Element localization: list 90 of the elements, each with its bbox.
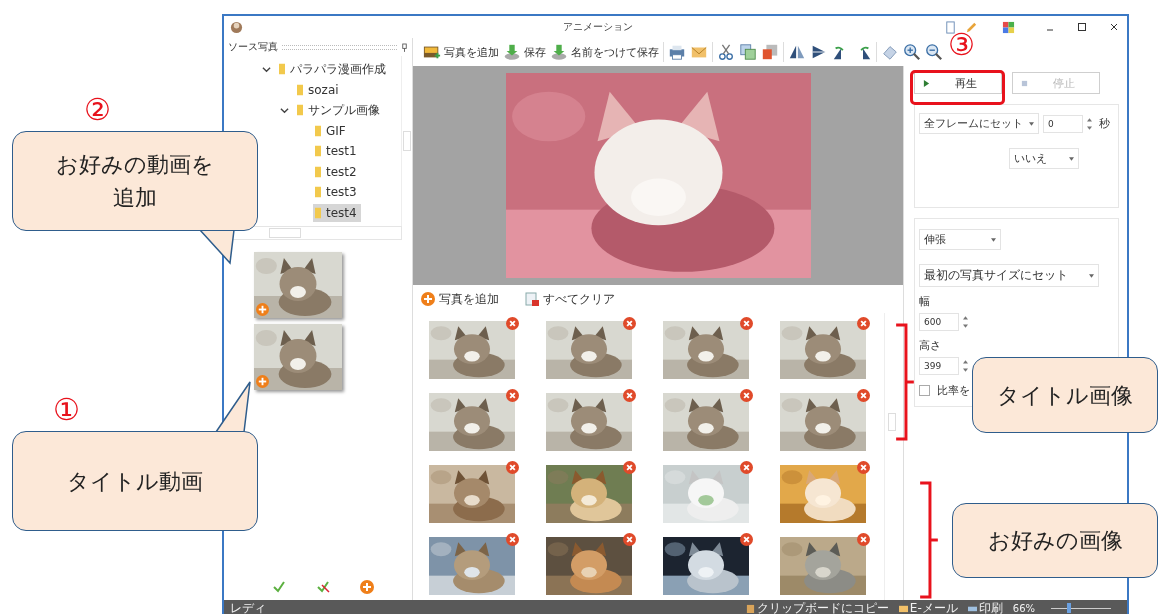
tree-item[interactable]: GIF [313,121,350,140]
print-button[interactable]: 印刷 [967,599,1003,614]
scrollbar[interactable] [401,56,412,226]
tree-item[interactable]: sozai [295,80,343,99]
play-icon [923,79,930,87]
add-icon [421,292,435,306]
scrollbar[interactable] [884,313,899,600]
delete-icon[interactable] [623,533,636,546]
caret-icon [1089,273,1094,278]
tree-item[interactable]: パラパラ漫画作成 [277,58,390,80]
add-photo-button[interactable]: 写真を追加 [421,290,499,308]
toolbar-button[interactable]: 写真を追加 [423,43,499,61]
folder-icon [315,124,321,137]
folder-icon [297,83,303,96]
panel-title: ソース写真 [228,40,278,54]
stop-icon [1021,79,1028,87]
clear-document-icon [525,292,539,306]
folder-icon [315,186,321,199]
folder-icon [315,165,321,178]
spinner-icon[interactable] [1087,117,1092,130]
folder-icon [315,145,321,158]
folder-icon [279,63,285,76]
dropdown[interactable]: 伸張 [919,229,1001,250]
expand-icon[interactable] [280,105,289,115]
callout: お好みの画像 [952,503,1158,578]
zoom-level: 66% [1012,602,1035,614]
zoom-slider[interactable] [1051,602,1111,614]
copy-button[interactable]: クリップボードにコピー [745,599,889,614]
add-icon[interactable] [256,303,269,316]
checkbox[interactable] [919,385,930,396]
zoom-in-icon[interactable] [903,43,921,61]
zoom-out-icon[interactable] [925,43,943,61]
caret-icon [1029,121,1034,126]
add-icon[interactable] [256,375,269,388]
expand-icon[interactable] [262,64,271,74]
folder-icon [297,104,303,117]
callout: タイトル動画 [12,431,258,531]
layers-icon[interactable] [761,43,779,61]
field-label: 幅 [919,294,930,309]
tree-item[interactable]: test1 [313,142,361,161]
app-icon [230,20,243,34]
copy-icon[interactable] [739,43,757,61]
printer-icon[interactable] [668,43,686,61]
scissors-icon[interactable] [717,43,735,61]
callout: お好みの動画を追加 [12,131,258,231]
document-icon[interactable] [944,20,957,34]
clipboard-icon [745,603,755,613]
step-number: ③ [948,30,975,60]
flip-v-icon[interactable] [810,43,828,61]
pencil-icon[interactable] [965,20,978,34]
number-field[interactable]: 0 [1043,114,1083,133]
email-button[interactable]: E-メール [898,599,958,614]
folder-icon [315,206,321,219]
dropdown[interactable]: 全フレームにセット [919,113,1039,134]
callout: タイトル画像 [972,357,1158,433]
dropdown[interactable]: 最初の写真サイズにセット [919,264,1099,287]
spinner-icon[interactable] [963,360,968,372]
maximize-icon[interactable] [1077,22,1087,32]
close-icon[interactable] [1109,22,1119,32]
caret-icon [1069,156,1074,161]
play-button[interactable]: 再生 [914,72,1002,94]
pin-icon[interactable] [401,42,408,52]
tree-item[interactable]: test3 [313,183,361,202]
dropdown[interactable]: いいえ [1009,148,1079,169]
tree-item[interactable]: サンプル画像 [295,99,384,121]
add-icon[interactable] [360,580,374,594]
spinner-icon[interactable] [963,316,968,328]
clear-all-button[interactable]: すべてクリア [525,290,615,308]
download-icon [503,43,521,61]
number-field[interactable]: 399 [919,357,959,375]
toolbar-button[interactable]: 保存 [503,43,546,61]
number-field[interactable]: 600 [919,313,959,331]
slider-thumb[interactable] [1067,603,1071,613]
palette-icon[interactable] [1002,20,1015,34]
tree-item[interactable]: test2 [313,162,361,181]
unit-label: 秒 [1099,116,1110,131]
window-title: アニメーション [563,20,633,34]
checkbox-label: 比率を [937,383,970,398]
envelope-icon [898,603,908,613]
step-number: ② [84,95,111,125]
tree-item[interactable]: test4 [313,203,361,222]
delete-icon[interactable] [740,533,753,546]
check-icon[interactable] [272,580,286,594]
field-label: 高さ [919,338,941,353]
step-number: ① [53,395,80,425]
caret-icon [991,237,996,242]
check-cross-icon[interactable] [316,580,330,594]
status-text: レディ [230,599,266,614]
toolbar-button[interactable]: 名前をつけて保存 [550,43,659,61]
download-icon [550,43,568,61]
